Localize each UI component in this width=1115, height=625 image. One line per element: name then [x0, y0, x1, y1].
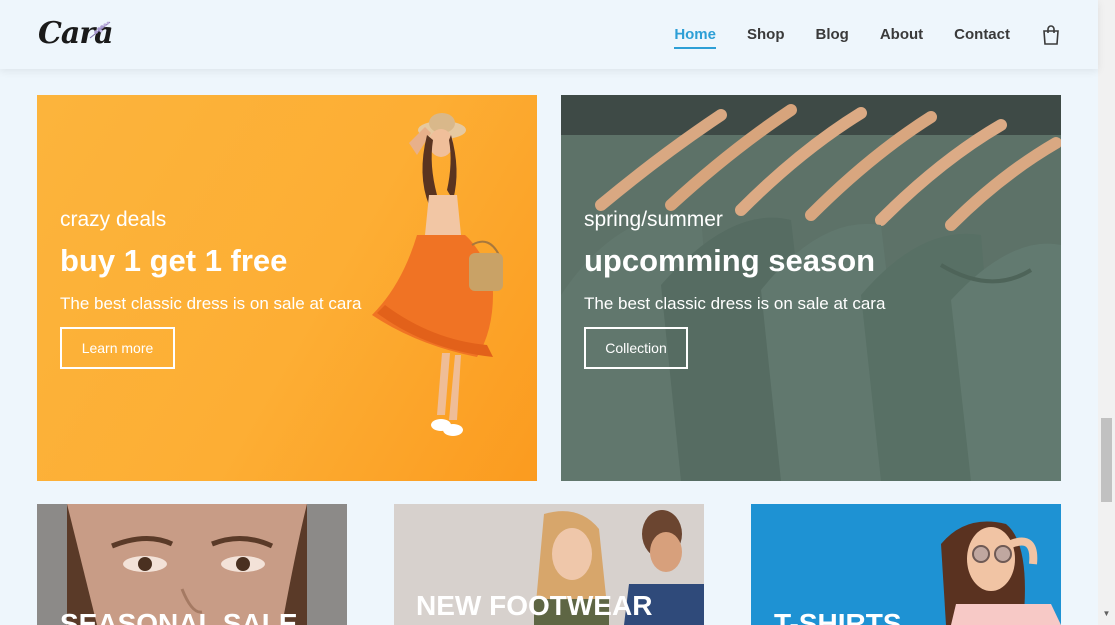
- card-label: SEASONAL SALE: [60, 608, 298, 625]
- card-t-shirts[interactable]: T-SHIRTS: [751, 504, 1061, 625]
- card-new-footwear[interactable]: NEW FOOTWEAR: [394, 504, 704, 625]
- shopping-bag-icon[interactable]: [1042, 24, 1060, 45]
- scroll-down-arrow-icon[interactable]: ▼: [1101, 609, 1112, 621]
- banner-subtitle: spring/summer: [584, 208, 723, 231]
- nav-shop[interactable]: Shop: [747, 26, 785, 43]
- main-nav: Home Shop Blog About Contact: [643, 0, 1060, 69]
- learn-more-button[interactable]: Learn more: [60, 327, 175, 369]
- banner-description: The best classic dress is on sale at car…: [60, 294, 362, 313]
- nav-blog[interactable]: Blog: [816, 26, 849, 43]
- scrollbar-track[interactable]: [1098, 0, 1115, 625]
- scrollbar-thumb[interactable]: [1101, 418, 1112, 502]
- banner-crazy-deals: crazy deals buy 1 get 1 free The best cl…: [37, 95, 537, 481]
- woman-face-image: [37, 504, 347, 625]
- banner-title: buy 1 get 1 free: [60, 243, 288, 278]
- collection-button[interactable]: Collection: [584, 327, 688, 369]
- banner-description: The best classic dress is on sale at car…: [584, 294, 886, 313]
- shirts-on-hangers-image: [561, 95, 1061, 481]
- lavender-sprig-icon: [89, 21, 111, 39]
- card-label: NEW FOOTWEAR: [416, 590, 653, 621]
- nav-about[interactable]: About: [880, 26, 923, 43]
- banner-subtitle: crazy deals: [60, 208, 167, 231]
- woman-sunglasses-image: [751, 504, 1061, 625]
- nav-home[interactable]: Home: [674, 26, 716, 49]
- card-seasonal-sale[interactable]: SEASONAL SALE: [37, 504, 347, 625]
- card-label: T-SHIRTS: [774, 608, 902, 625]
- banner-title: upcomming season: [584, 243, 876, 278]
- model-in-orange-dress-image: [372, 113, 503, 436]
- banner-upcoming-season: spring/summer upcomming season The best …: [561, 95, 1061, 481]
- nav-contact[interactable]: Contact: [954, 26, 1010, 43]
- site-header: Cara Home Shop Blog About Contact: [0, 0, 1098, 69]
